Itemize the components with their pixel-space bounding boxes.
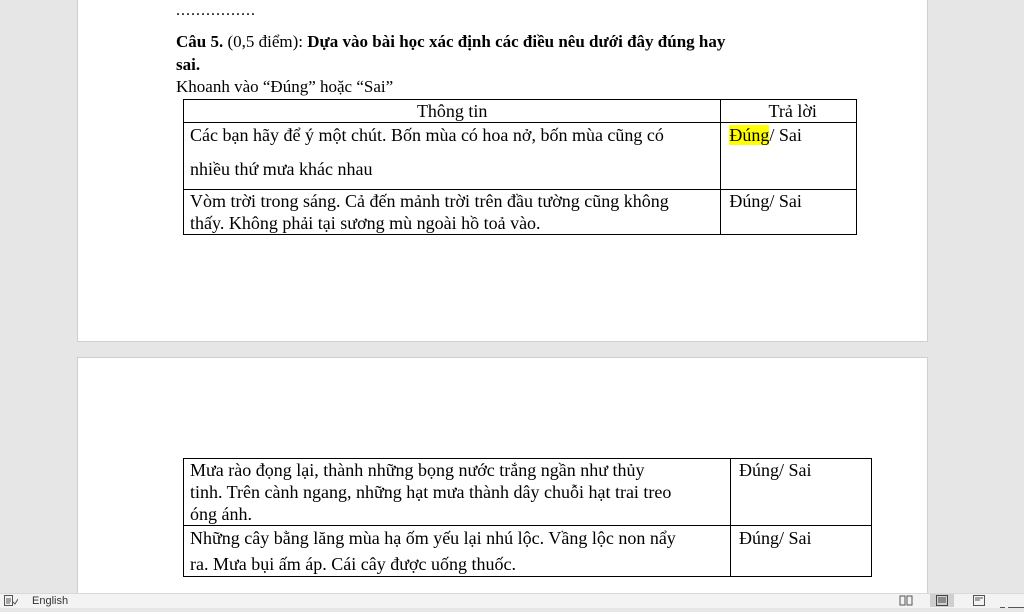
info-line: Mưa rào đọng lại, thành những bọng nước … [190, 460, 645, 480]
info-line: ra. Mưa bụi ấm áp. Cái cây được uống thu… [190, 554, 516, 574]
question-text-line-1: Dựa vào bài học xác định các điều nêu dư… [307, 32, 726, 51]
true-false-table-1: Thông tin Trả lời Các bạn hãy để ý một c… [182, 99, 857, 235]
print-layout-icon[interactable] [930, 594, 954, 607]
question-text-line-2: sai. [176, 55, 201, 74]
table-row: Mưa rào đọng lại, thành những bọng nước … [183, 458, 872, 526]
info-line: Những cây bằng lăng mùa hạ ốm yếu lại nh… [190, 528, 676, 548]
table-header-row: Thông tin Trả lời [182, 99, 857, 123]
answer-text[interactable]: Đúng/ Sai [739, 527, 865, 549]
question-points: (0,5 điểm): [223, 32, 308, 51]
document-page-1: ................ Câu 5. (0,5 điểm): Dựa … [77, 0, 928, 342]
info-line: Vòm trời trong sáng. Cả đến mảnh trời tr… [190, 191, 669, 211]
answer-cell[interactable]: Đúng/ Sai [730, 458, 872, 526]
table-row: Các bạn hãy để ý một chút. Bốn mùa có ho… [182, 122, 857, 190]
header-info: Thông tin [182, 99, 722, 123]
info-cell: Vòm trời trong sáng. Cả đến mảnh trời tr… [182, 189, 722, 235]
info-cell: Mưa rào đọng lại, thành những bọng nước … [183, 458, 731, 526]
answer-dung-highlighted[interactable]: Đúng [729, 125, 770, 145]
instruction-text: Khoanh vào “Đúng” hoặc “Sai” [176, 77, 394, 96]
info-line: óng ánh. [190, 504, 252, 524]
question-label: Câu 5. [176, 32, 224, 51]
answer-cell[interactable]: Đúng/ Sai [720, 122, 857, 190]
table-row: Vòm trời trong sáng. Cả đến mảnh trời tr… [182, 189, 857, 235]
question-5-heading: Câu 5. (0,5 điểm): Dựa vào bài học xác đ… [176, 32, 725, 52]
answer-dots-line: ................ [176, 2, 256, 19]
answer-sai[interactable]: / Sai [769, 125, 802, 145]
table-row: Những cây bằng lăng mùa hạ ốm yếu lại nh… [183, 525, 872, 577]
info-line: tinh. Trên cành ngang, những hạt mưa thà… [190, 482, 672, 502]
zoom-slider[interactable] [1000, 600, 1024, 612]
answer-cell[interactable]: Đúng/ Sai [730, 525, 872, 577]
status-bar: English [0, 593, 1024, 608]
document-page-2: Mưa rào đọng lại, thành những bọng nước … [77, 357, 928, 597]
language-indicator[interactable]: English [32, 595, 68, 607]
info-line: thấy. Không phải tại sương mù ngoài hồ t… [190, 213, 541, 233]
header-answer: Trả lời [720, 99, 857, 123]
info-cell: Các bạn hãy để ý một chút. Bốn mùa có ho… [182, 122, 722, 190]
info-line: nhiều thứ mưa khác nhau [190, 159, 373, 179]
info-line: Các bạn hãy để ý một chút. Bốn mùa có ho… [190, 125, 664, 145]
info-cell: Những cây bằng lăng mùa hạ ốm yếu lại nh… [183, 525, 731, 577]
true-false-table-2: Mưa rào đọng lại, thành những bọng nước … [183, 458, 872, 577]
answer-cell[interactable]: Đúng/ Sai [720, 189, 857, 235]
